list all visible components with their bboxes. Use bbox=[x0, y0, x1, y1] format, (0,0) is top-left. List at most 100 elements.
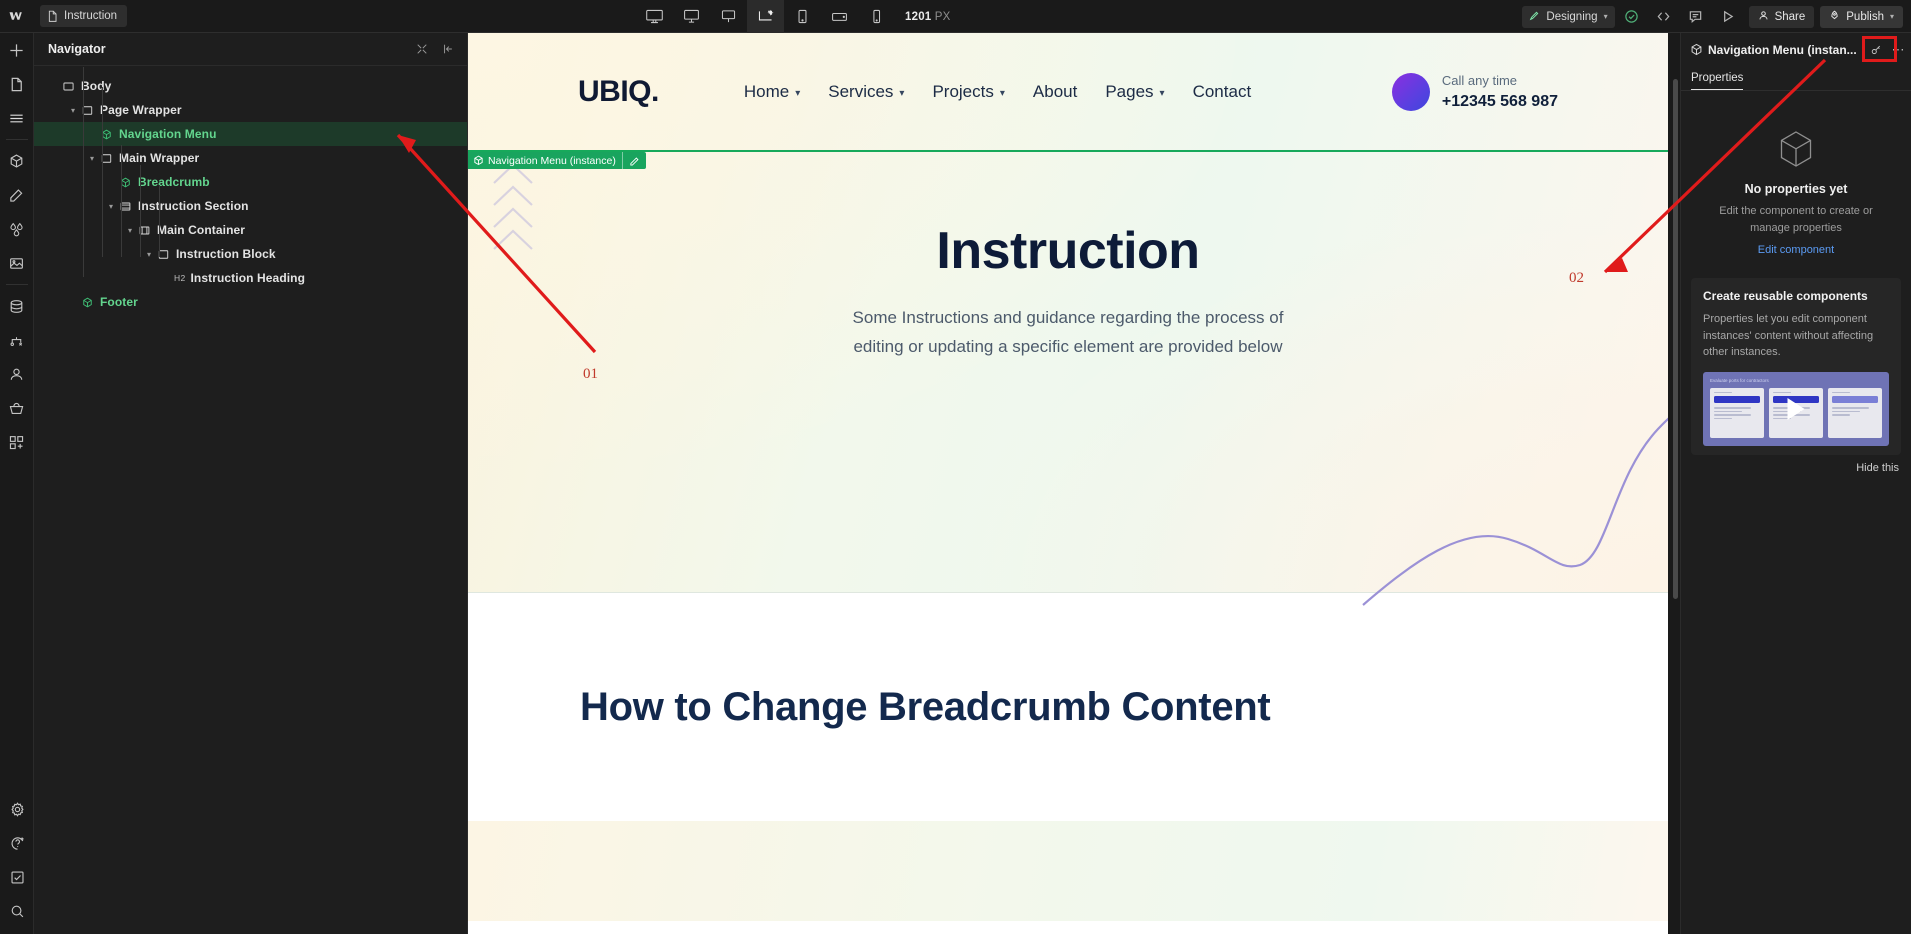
share-label: Share bbox=[1774, 10, 1806, 23]
mode-selector[interactable]: Designing ▾ bbox=[1522, 5, 1615, 28]
mock-card bbox=[1828, 387, 1882, 438]
navigator-item-page-wrapper[interactable]: ▾ Page Wrapper bbox=[34, 98, 467, 122]
nav-link-pages[interactable]: Pages ▾ bbox=[1105, 82, 1164, 102]
hero-paragraph: Some Instructions and guidance regarding… bbox=[468, 303, 1668, 361]
publish-button[interactable]: Publish ▾ bbox=[1820, 5, 1903, 28]
hide-promo-link[interactable]: Hide this bbox=[1693, 462, 1899, 474]
component-cube-icon bbox=[1775, 128, 1817, 170]
navigator-item-label: Footer bbox=[100, 295, 138, 309]
settings-gear-icon[interactable] bbox=[0, 792, 34, 826]
breakpoint-desktop[interactable] bbox=[673, 0, 710, 33]
section-icon bbox=[117, 201, 133, 212]
apps-icon[interactable] bbox=[0, 425, 34, 459]
navigator-item-main-wrapper[interactable]: ▾ Main Wrapper bbox=[34, 146, 467, 170]
cms-icon[interactable] bbox=[0, 289, 34, 323]
play-icon[interactable] bbox=[1787, 397, 1805, 420]
chevron-down-icon[interactable]: ▾ bbox=[86, 154, 98, 163]
chevron-down-icon[interactable]: ▾ bbox=[124, 226, 136, 235]
audit-check-icon[interactable] bbox=[1617, 0, 1647, 33]
navigator-item-navigation-menu[interactable]: Navigation Menu bbox=[34, 122, 467, 146]
navigator-item-label: Breadcrumb bbox=[138, 175, 210, 189]
navigator-item-instruction-heading[interactable]: H2 Instruction Heading bbox=[34, 266, 467, 290]
page-tab[interactable]: Instruction bbox=[40, 5, 128, 27]
add-element-icon[interactable] bbox=[0, 33, 34, 67]
chevron-down-icon[interactable]: ▾ bbox=[143, 250, 155, 259]
component-icon bbox=[1690, 43, 1703, 56]
chevron-down-icon[interactable]: ▾ bbox=[67, 106, 79, 115]
empty-state-subtitle: Edit the component to create or manage p… bbox=[1719, 205, 1873, 234]
logic-icon[interactable] bbox=[0, 323, 34, 357]
component-instance-badge[interactable]: Navigation Menu (instance) bbox=[468, 152, 646, 169]
breakpoint-mobile-landscape[interactable] bbox=[821, 0, 858, 33]
audit-checkbox-icon[interactable] bbox=[0, 860, 34, 894]
breakpoint-desktop-small[interactable] bbox=[710, 0, 747, 33]
help-icon[interactable] bbox=[0, 826, 34, 860]
component-instance-badge-label: Navigation Menu (instance) bbox=[488, 154, 616, 167]
navigator-item-label: Instruction Block bbox=[176, 247, 276, 261]
navigator-item-footer[interactable]: Footer bbox=[34, 290, 467, 314]
breakpoint-mobile-portrait[interactable] bbox=[858, 0, 895, 33]
badge-divider bbox=[621, 152, 623, 169]
nav-link-about[interactable]: About bbox=[1033, 82, 1077, 102]
nav-link-contact[interactable]: Contact bbox=[1193, 82, 1252, 102]
navigator-item-main-container[interactable]: ▾ Main Container bbox=[34, 218, 467, 242]
component-icon bbox=[473, 155, 484, 166]
preview-play-icon[interactable] bbox=[1713, 0, 1743, 33]
share-button[interactable]: Share bbox=[1748, 5, 1815, 28]
site-logo[interactable]: UBIQ. bbox=[578, 75, 659, 109]
users-icon[interactable] bbox=[0, 357, 34, 391]
navigator-item-label: Navigation Menu bbox=[119, 127, 217, 141]
breakpoint-tablet[interactable] bbox=[784, 0, 821, 33]
nav-link-projects[interactable]: Projects ▾ bbox=[932, 82, 1004, 102]
navigator-item-instruction-section[interactable]: ▾ Instruction Section bbox=[34, 194, 467, 218]
wave-decoration-icon bbox=[1358, 357, 1668, 607]
mode-label: Designing bbox=[1546, 10, 1598, 23]
tab-properties[interactable]: Properties bbox=[1691, 72, 1744, 90]
comment-icon[interactable] bbox=[1681, 0, 1711, 33]
close-panel-icon[interactable] bbox=[439, 40, 457, 58]
chevron-down-icon: ▾ bbox=[999, 87, 1005, 99]
code-icon[interactable] bbox=[1649, 0, 1679, 33]
designer-body: Navigator Body ▾ Page Wrapper Navigation Me… bbox=[0, 33, 1911, 934]
pencil-icon[interactable] bbox=[629, 155, 640, 166]
top-toolbar: Instruction 1201 PX Designing ▾ Share Pu… bbox=[0, 0, 1911, 33]
nav-link-home[interactable]: Home ▾ bbox=[744, 82, 800, 102]
nav-link-services[interactable]: Services ▾ bbox=[828, 82, 904, 102]
breakpoint-desktop-large[interactable] bbox=[636, 0, 673, 33]
assets-icon[interactable] bbox=[0, 246, 34, 280]
breakpoint-base[interactable] bbox=[747, 0, 784, 33]
call-phone[interactable]: +12345 568 987 bbox=[1442, 91, 1558, 113]
more-options-icon[interactable]: ⋯ bbox=[1891, 42, 1905, 58]
edit-component-icon[interactable] bbox=[1866, 40, 1886, 60]
edit-component-link[interactable]: Edit component bbox=[1703, 244, 1889, 256]
navigator-item-label: Main Container bbox=[157, 223, 246, 237]
site-nav-menu: Home ▾ Services ▾ Projects ▾ About Pages ▾ Contac… bbox=[744, 82, 1251, 102]
navigator-item-body[interactable]: Body bbox=[34, 74, 467, 98]
navigator-item-label: Body bbox=[81, 79, 112, 93]
navigator-item-instruction-block[interactable]: ▾ Instruction Block bbox=[34, 242, 467, 266]
nav-link-label: Projects bbox=[932, 82, 994, 101]
promo-video-thumbnail[interactable]: Evaluate ports for contractors bbox=[1703, 371, 1889, 446]
navigator-item-breadcrumb[interactable]: Breadcrumb bbox=[34, 170, 467, 194]
pages-icon[interactable] bbox=[0, 67, 34, 101]
variables-icon[interactable] bbox=[0, 212, 34, 246]
chevron-down-icon: ▾ bbox=[795, 87, 801, 99]
canvas-scrollbar[interactable] bbox=[1673, 79, 1678, 599]
navigator-header-actions bbox=[413, 40, 457, 58]
collapse-all-icon[interactable] bbox=[413, 40, 431, 58]
nav-link-label: Home bbox=[743, 82, 790, 101]
ecommerce-icon[interactable] bbox=[0, 391, 34, 425]
hero-heading: Instruction bbox=[936, 222, 1200, 280]
style-selector-icon[interactable] bbox=[0, 178, 34, 212]
brush-icon bbox=[1529, 10, 1540, 24]
person-icon bbox=[1758, 10, 1769, 24]
components-icon[interactable] bbox=[0, 144, 34, 178]
component-icon bbox=[79, 297, 95, 308]
hero-paragraph-line-1: Some Instructions and guidance regarding… bbox=[852, 308, 1284, 327]
call-block: Call any time +12345 568 987 bbox=[1391, 71, 1558, 113]
navigator-icon[interactable] bbox=[0, 101, 34, 135]
chevron-down-icon[interactable]: ▾ bbox=[105, 202, 117, 211]
component-icon bbox=[98, 129, 114, 140]
search-icon[interactable] bbox=[0, 894, 34, 928]
webflow-logo-icon[interactable] bbox=[0, 0, 34, 33]
